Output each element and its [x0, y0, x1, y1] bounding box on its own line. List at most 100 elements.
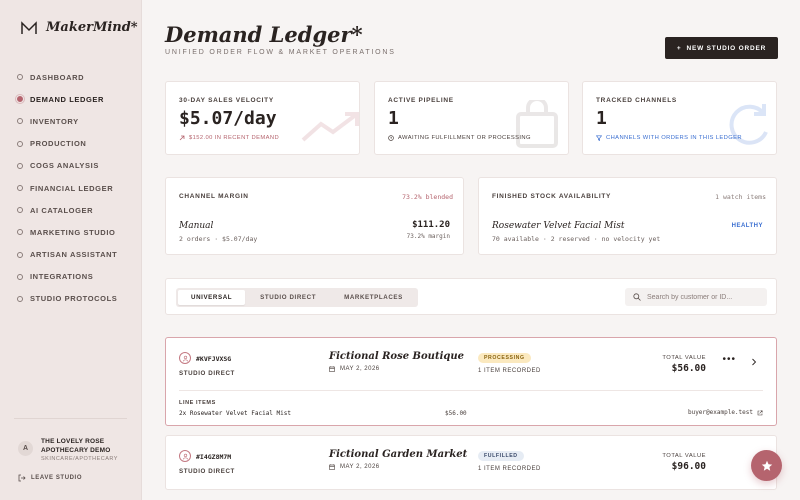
star-icon: [761, 460, 772, 471]
search-box[interactable]: [625, 288, 767, 306]
kpi-note: $152.00 IN RECENT DEMAND: [179, 135, 279, 141]
calendar-icon: [329, 464, 335, 470]
nav-dot-icon: [17, 140, 23, 147]
customer-name: Fictional Rose Boutique: [329, 351, 464, 362]
kpi-label: ACTIVE PIPELINE: [388, 97, 454, 104]
brand-name: MakerMind*: [46, 20, 138, 35]
kpi-note-text: CHANNELS WITH ORDERS IN THIS LEDGER: [606, 135, 742, 141]
order-card[interactable]: #I4GZ8M7M STUDIO DIRECT Fictional Garden…: [165, 435, 777, 490]
nav-dot-icon: [17, 118, 23, 125]
brand[interactable]: MakerMind*: [20, 20, 138, 35]
total-value: $56.00: [671, 363, 706, 374]
channel-stats: 2 orders · $5.07/day: [179, 235, 258, 243]
nav-dot-icon: [17, 273, 23, 280]
sidebar-item-cogs-analysis[interactable]: COGS ANALYSIS: [17, 155, 117, 177]
items-recorded: 1 ITEM RECORDED: [478, 368, 541, 374]
order-date-text: MAY 2, 2026: [340, 464, 380, 470]
kpi-label: TRACKED CHANNELS: [596, 97, 677, 104]
stock-availability-panel: FINISHED STOCK AVAILABILITY 1 watch item…: [478, 177, 777, 255]
sidebar-item-dashboard[interactable]: DASHBOARD: [17, 66, 117, 88]
sidebar-divider: [14, 418, 127, 419]
sidebar-item-label: ARTISAN ASSISTANT: [30, 250, 118, 260]
kpi-note-text: $152.00 IN RECENT DEMAND: [189, 135, 280, 141]
buyer-email-link[interactable]: buyer@example.test: [688, 409, 763, 416]
order-divider: [179, 390, 763, 391]
sidebar-item-studio-protocols[interactable]: STUDIO PROTOCOLS: [17, 288, 117, 310]
sidebar-item-ai-cataloger[interactable]: AI CATALOGER: [17, 199, 117, 221]
tab-universal[interactable]: UNIVERSAL: [178, 290, 246, 305]
order-date-text: MAY 2, 2026: [340, 366, 380, 372]
logout-icon: [18, 474, 26, 482]
channel-name: Manual: [179, 221, 214, 231]
more-options-icon[interactable]: •••: [722, 355, 736, 365]
sidebar-item-label: MARKETING STUDIO: [30, 227, 116, 237]
sidebar-item-label: AI CATALOGER: [30, 205, 94, 215]
nav-dot-icon: [17, 162, 23, 169]
kpi-note: AWAITING FULFILLMENT OR PROCESSING: [388, 135, 531, 141]
chevron-right-icon[interactable]: [751, 358, 757, 366]
channel-tabs: UNIVERSAL STUDIO DIRECT MARKETPLACES: [176, 288, 418, 307]
tab-studio-direct[interactable]: STUDIO DIRECT: [247, 290, 329, 305]
sidebar-item-inventory[interactable]: INVENTORY: [17, 110, 117, 132]
plus-icon: +: [676, 44, 682, 52]
order-id: #I4GZ8M7M: [196, 453, 232, 461]
order-filter-bar: UNIVERSAL STUDIO DIRECT MARKETPLACES: [165, 278, 777, 315]
kpi-sales-velocity: 30-DAY SALES VELOCITY $5.07/day $152.00 …: [165, 81, 360, 155]
page-title: Demand Ledger*: [165, 22, 363, 47]
status-badge: HEALTHY: [731, 223, 763, 229]
studio-category: SKINCARE/APOTHECARY: [41, 456, 118, 462]
artisan-assistant-button[interactable]: [751, 450, 782, 481]
total-label: TOTAL VALUE: [662, 453, 706, 459]
stock-item-name: Rosewater Velvet Facial Mist: [492, 221, 625, 231]
kpi-active-pipeline: ACTIVE PIPELINE 1 AWAITING FULFILLMENT O…: [374, 81, 569, 155]
nav-dot-icon: [17, 185, 23, 192]
line-item-name: 2x Rosewater Velvet Facial Mist: [179, 410, 291, 417]
order-date: MAY 2, 2026: [329, 366, 380, 372]
channel-margin-panel: CHANNEL MARGIN 73.2% blended Manual 2 or…: [165, 177, 464, 255]
leave-studio-button[interactable]: LEAVE STUDIO: [18, 474, 82, 482]
search-input[interactable]: [647, 293, 757, 301]
sidebar-item-marketing-studio[interactable]: MARKETING STUDIO: [17, 221, 117, 243]
blended-margin: 73.2% blended: [402, 193, 453, 201]
panel-label: CHANNEL MARGIN: [179, 193, 249, 200]
kpi-label: 30-DAY SALES VELOCITY: [179, 97, 274, 104]
sidebar-item-production[interactable]: PRODUCTION: [17, 133, 117, 155]
total-label: TOTAL VALUE: [662, 355, 706, 361]
maker-logo-icon: [21, 20, 37, 34]
sidebar-nav: DASHBOARD DEMAND LEDGER INVENTORY PRODUC…: [17, 66, 117, 310]
customer-icon: [179, 450, 191, 462]
avatar: A: [18, 441, 33, 456]
studio-profile[interactable]: A THE LOVELY ROSE APOTHECARY DEMO SKINCA…: [18, 437, 118, 462]
sidebar-item-integrations[interactable]: INTEGRATIONS: [17, 266, 117, 288]
nav-dot-icon: [17, 295, 23, 302]
sidebar-item-artisan-assistant[interactable]: ARTISAN ASSISTANT: [17, 244, 117, 266]
line-items-label: LINE ITEMS: [179, 400, 216, 406]
search-icon: [633, 293, 641, 301]
line-item-price: $56.00: [445, 410, 467, 417]
channel-margin-value: 73.2% margin: [406, 233, 450, 240]
order-channel: STUDIO DIRECT: [179, 370, 235, 377]
order-card[interactable]: #KVFJVXSG STUDIO DIRECT Fictional Rose B…: [165, 337, 777, 426]
filter-icon: [596, 135, 602, 141]
calendar-icon: [329, 366, 335, 372]
nav-dot-icon: [17, 74, 23, 81]
new-studio-order-button[interactable]: + NEW STUDIO ORDER: [665, 37, 778, 59]
sidebar-item-demand-ledger[interactable]: DEMAND LEDGER: [17, 88, 117, 110]
sidebar-item-financial-ledger[interactable]: FINANCIAL LEDGER: [17, 177, 117, 199]
kpi-note-text: AWAITING FULFILLMENT OR PROCESSING: [398, 135, 531, 141]
customer-icon: [179, 352, 191, 364]
kpi-note: CHANNELS WITH ORDERS IN THIS LEDGER: [596, 135, 742, 141]
nav-dot-icon: [17, 229, 23, 236]
kpi-value: $5.07/day: [179, 108, 277, 129]
sidebar-item-label: STUDIO PROTOCOLS: [30, 294, 118, 304]
channel-value: $111.20: [412, 220, 450, 230]
total-value: $96.00: [671, 461, 706, 472]
studio-name: THE LOVELY ROSE APOTHECARY DEMO: [41, 438, 111, 454]
customer-name: Fictional Garden Market: [329, 449, 468, 460]
order-channel: STUDIO DIRECT: [179, 468, 235, 475]
sidebar: MakerMind* DASHBOARD DEMAND LEDGER INVEN…: [0, 0, 142, 500]
sidebar-item-label: PRODUCTION: [30, 139, 87, 149]
sidebar-item-label: FINANCIAL LEDGER: [30, 183, 114, 193]
kpi-value: 1: [596, 108, 607, 129]
tab-marketplaces[interactable]: MARKETPLACES: [331, 290, 416, 305]
